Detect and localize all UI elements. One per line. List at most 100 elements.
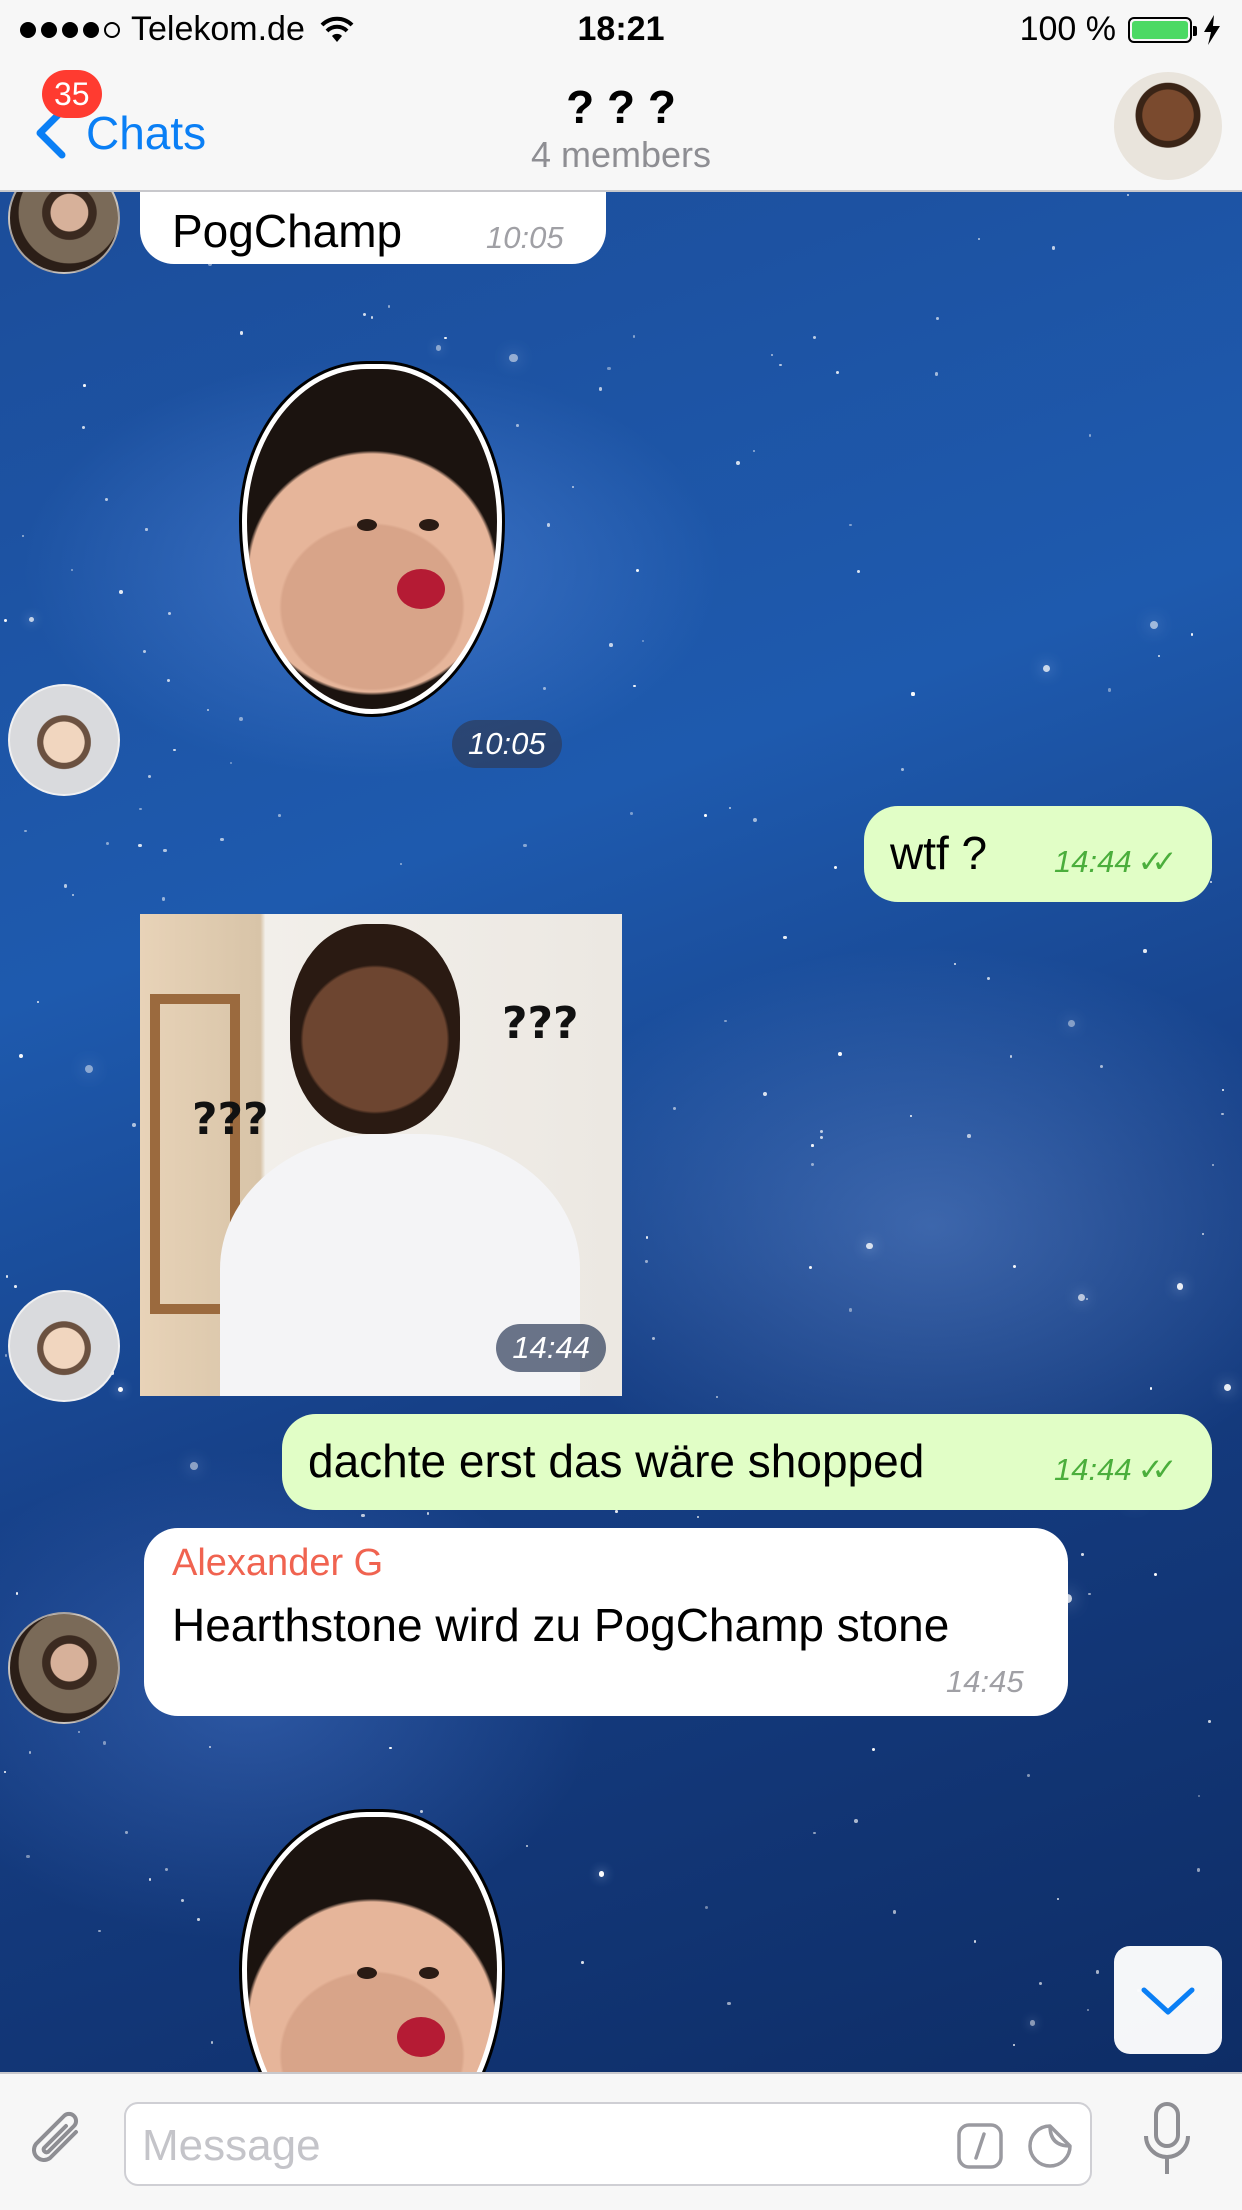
star — [819, 1135, 823, 1139]
chat-title[interactable]: ? ? ? — [0, 80, 1242, 134]
star — [630, 812, 634, 815]
star — [1038, 1981, 1042, 1985]
slash-command-icon[interactable] — [956, 2122, 1004, 2170]
star — [704, 1905, 709, 1910]
star — [28, 1751, 32, 1755]
star — [1150, 621, 1159, 630]
star — [812, 335, 817, 340]
message-bubble[interactable]: PogChamp 10:05 — [140, 192, 606, 264]
chat-header: Chats 35 ? ? ? 4 members — [0, 60, 1242, 192]
star — [609, 643, 613, 647]
message-list[interactable]: PogChamp 10:05 10:05 wtf ? 14:44 ✓✓ ??? ?… — [0, 192, 1242, 2072]
star — [15, 1592, 19, 1595]
star — [967, 1134, 971, 1138]
scroll-down-button[interactable] — [1114, 1946, 1222, 2054]
sticker-icon[interactable] — [1026, 2122, 1074, 2170]
star — [138, 843, 142, 848]
star — [1126, 193, 1130, 197]
star — [1096, 1970, 1100, 1974]
star — [239, 717, 244, 722]
star — [28, 617, 34, 623]
star — [853, 1819, 858, 1824]
message-bubble-outgoing[interactable]: dachte erst das wäre shopped 14:44 ✓✓ — [282, 1414, 1212, 1510]
group-avatar[interactable] — [1114, 72, 1222, 180]
star — [607, 366, 611, 370]
star — [819, 1129, 824, 1134]
message-time: 14:45 — [946, 1664, 1024, 1699]
star — [361, 1513, 365, 1518]
star — [1107, 688, 1112, 692]
star — [542, 687, 546, 691]
star — [525, 1844, 529, 1848]
star — [220, 837, 225, 842]
star — [362, 312, 366, 316]
message-text: Hearthstone wird zu PogChamp stone — [172, 1599, 950, 1651]
star — [837, 1051, 842, 1056]
microphone-icon[interactable] — [1140, 2100, 1194, 2180]
star — [1190, 633, 1194, 636]
paperclip-icon[interactable] — [24, 2106, 94, 2182]
star — [22, 534, 25, 537]
star — [1196, 1868, 1201, 1872]
star — [180, 1899, 185, 1903]
star — [230, 762, 233, 765]
sender-avatar[interactable] — [8, 684, 120, 796]
star — [196, 1918, 200, 1922]
star — [546, 523, 551, 528]
star — [763, 1092, 768, 1097]
star — [102, 1741, 107, 1746]
star — [70, 568, 74, 571]
star — [571, 485, 575, 488]
star — [1078, 1294, 1085, 1301]
status-bar: Telekom.de 18:21 100 % — [0, 0, 1242, 60]
star — [910, 1114, 913, 1118]
star — [808, 1265, 813, 1270]
star — [105, 841, 110, 845]
star — [1143, 949, 1147, 953]
star — [812, 1831, 816, 1835]
sender-avatar[interactable] — [8, 1290, 120, 1402]
photo-message[interactable]: ??? ??? 14:44 — [140, 914, 622, 1396]
star — [580, 1961, 584, 1964]
star — [1029, 2020, 1035, 2026]
star — [974, 1940, 977, 1943]
pogchamp-sticker[interactable] — [242, 364, 502, 714]
star — [1223, 1383, 1231, 1391]
star — [696, 1516, 699, 1519]
star — [978, 238, 981, 241]
sender-avatar[interactable] — [8, 1612, 120, 1724]
pogchamp-sticker[interactable] — [242, 1812, 502, 2072]
star — [142, 649, 146, 653]
message-input[interactable] — [140, 2118, 944, 2174]
message-time: 10:05 — [486, 220, 564, 255]
star — [1087, 2009, 1090, 2012]
star — [36, 1000, 39, 1003]
battery-percent: 100 % — [1019, 10, 1116, 48]
star — [71, 893, 75, 897]
star — [3, 1770, 6, 1774]
star — [98, 1929, 102, 1933]
star — [426, 1512, 430, 1515]
message-bubble[interactable]: Alexander G Hearthstone wird zu PogChamp… — [144, 1528, 1068, 1716]
star — [635, 569, 639, 573]
star — [105, 498, 109, 502]
sticker-time: 10:05 — [452, 720, 562, 768]
star — [783, 935, 787, 940]
star — [515, 423, 519, 427]
star — [642, 639, 645, 642]
chevron-down-icon — [1141, 1987, 1195, 2015]
star — [1153, 1573, 1158, 1577]
sender-name[interactable]: Alexander G — [172, 1542, 383, 1585]
message-bubble-outgoing[interactable]: wtf ? 14:44 ✓✓ — [864, 806, 1212, 902]
star — [724, 1019, 727, 1023]
star — [703, 814, 707, 818]
star — [6, 1275, 9, 1278]
star — [1221, 1112, 1224, 1116]
message-field[interactable] — [124, 2102, 1092, 2186]
star — [1042, 665, 1050, 673]
sender-avatar[interactable] — [8, 192, 120, 274]
message-text: wtf ? — [890, 827, 988, 879]
star — [132, 1123, 137, 1127]
star — [1202, 1233, 1205, 1236]
star — [856, 569, 861, 574]
